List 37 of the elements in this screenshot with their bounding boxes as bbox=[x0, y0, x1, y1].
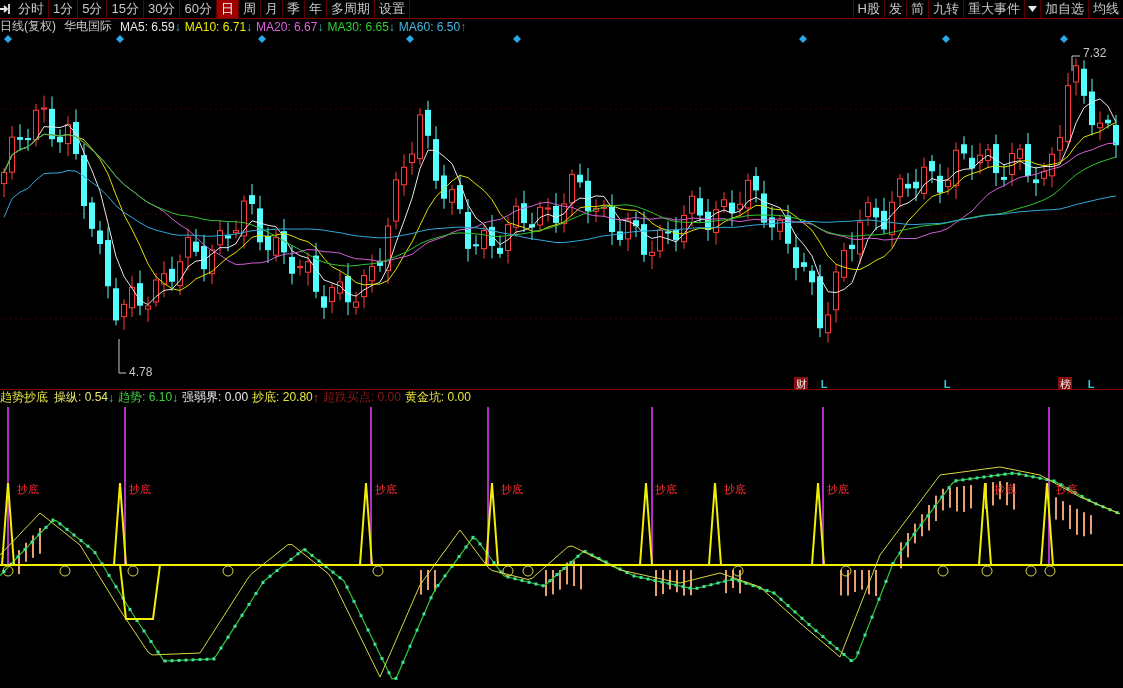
trend-arrow: ↓ bbox=[317, 19, 324, 34]
event-marker[interactable]: L bbox=[820, 378, 828, 389]
indicator-value: 黄金坑: 0.00 bbox=[404, 389, 471, 406]
signal-label: 抄底 bbox=[655, 483, 677, 495]
indicator-value: 趋势: 6.10 bbox=[118, 389, 173, 406]
trend-arrow: ↓ bbox=[388, 19, 395, 34]
indicator-title: 趋势抄底 bbox=[0, 389, 48, 406]
signal-label: 抄底 bbox=[129, 483, 151, 495]
signal-label: 抄底 bbox=[724, 483, 746, 495]
stock-name: 华电国际 bbox=[64, 18, 112, 35]
trend-arrow: ↓ bbox=[108, 390, 115, 405]
indicator-value: 操纵: 0.54 bbox=[54, 389, 109, 406]
moving-average-value: MA30: 6.65 bbox=[327, 19, 389, 34]
event-badge[interactable]: 财 bbox=[794, 377, 808, 389]
indicator-value: 强弱界: 0.00 bbox=[182, 389, 249, 406]
signal-label: 抄底 bbox=[827, 483, 849, 495]
trend-arrow: ↑ bbox=[312, 390, 319, 405]
event-marker[interactable]: L bbox=[943, 378, 951, 389]
moving-average-value: MA10: 6.71 bbox=[184, 19, 247, 34]
trend-arrow: ↑ bbox=[460, 19, 467, 34]
signal-label: 抄底 bbox=[17, 483, 39, 495]
moving-average-value: MA20: 6.67 bbox=[256, 19, 318, 34]
event-marker[interactable]: L bbox=[1087, 378, 1095, 389]
low-price-label: 4.78 bbox=[129, 365, 153, 379]
trend-arrow: ↓ bbox=[174, 19, 181, 34]
trend-arrow: ↓ bbox=[172, 390, 179, 405]
high-price-label: 7.32 bbox=[1083, 46, 1107, 60]
moving-average-value: MA60: 6.50 bbox=[398, 19, 461, 34]
signal-label: 抄底 bbox=[501, 483, 523, 495]
indicator-value: 抄底: 20.80 bbox=[252, 389, 313, 406]
chart-title: 日线(复权) bbox=[0, 18, 56, 35]
signal-label: 抄底 bbox=[375, 483, 397, 495]
trend-arrow: ↓ bbox=[246, 19, 253, 34]
event-badge[interactable]: 榜 bbox=[1058, 377, 1072, 389]
moving-average-value: MA5: 6.59 bbox=[120, 19, 175, 34]
indicator-value: 超跌买点: 0.00 bbox=[322, 389, 401, 406]
period-tab[interactable]: 日 bbox=[216, 0, 239, 18]
